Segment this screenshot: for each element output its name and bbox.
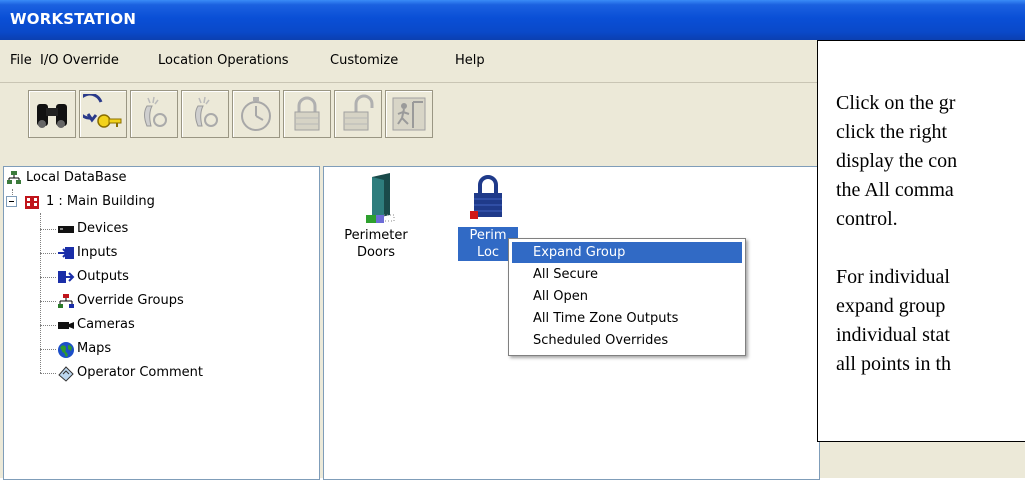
callout-line: the All comma — [836, 179, 954, 201]
context-item-label: All Time Zone Outputs — [533, 311, 679, 326]
tree-item-label: Override Groups — [77, 293, 184, 308]
collapse-icon[interactable] — [6, 196, 18, 208]
tree-item-label: Devices — [77, 221, 129, 236]
context-item-label: Expand Group — [533, 245, 626, 260]
alarm-button-2[interactable] — [181, 90, 229, 138]
tree-line — [40, 325, 56, 326]
group-label-line1: Perimeter — [344, 228, 408, 243]
tree-pane[interactable]: Local DataBase 1 : Main Building Devices… — [3, 166, 320, 480]
tree-line — [40, 349, 56, 350]
menu-file[interactable]: File — [10, 53, 32, 68]
instruction-callout: Click on the gr click the right display … — [817, 40, 1025, 442]
alarm-device-icon — [144, 96, 167, 127]
workstation-window: WORKSTATION File I/O Override Location O… — [0, 0, 1025, 480]
tree-item-label: Outputs — [77, 269, 129, 284]
context-item-expand-group[interactable]: Expand Group — [512, 242, 742, 263]
callout-line: all points in th — [836, 353, 951, 375]
tree-item-label: Cameras — [77, 317, 135, 332]
menu-customize[interactable]: Customize — [330, 53, 398, 68]
group-label-line2: Doors — [356, 245, 396, 260]
context-item-label: Scheduled Overrides — [533, 333, 669, 348]
context-item-all-time-zone-outputs[interactable]: All Time Zone Outputs — [512, 308, 742, 329]
padlock-icon — [470, 175, 502, 219]
output-arrow-icon — [58, 271, 75, 283]
unlock-button[interactable] — [334, 90, 382, 138]
camera-icon — [58, 322, 74, 329]
tree-line — [40, 253, 56, 254]
context-item-label: All Open — [533, 289, 588, 304]
group-perimeter-doors[interactable]: Perimeter Doors — [332, 167, 420, 261]
logout-button[interactable] — [79, 90, 127, 138]
window-title: WORKSTATION — [10, 10, 137, 28]
context-item-scheduled-overrides[interactable]: Scheduled Overrides — [512, 330, 742, 351]
tree-item-label: Inputs — [77, 245, 118, 260]
input-arrow-icon — [58, 247, 74, 259]
context-item-all-secure[interactable]: All Secure — [512, 264, 742, 285]
alarm-button-1[interactable] — [130, 90, 178, 138]
find-button[interactable] — [28, 90, 76, 138]
exit-icon — [392, 97, 426, 131]
lock-open-icon — [343, 94, 374, 131]
callout-line: individual stat — [836, 324, 950, 346]
building-icon — [25, 196, 39, 209]
callout-line: Click on the gr — [836, 92, 956, 114]
timer-icon — [241, 97, 271, 131]
menu-location-operations[interactable]: Location Operations — [158, 53, 289, 68]
device-icon — [58, 226, 74, 233]
globe-icon — [58, 342, 74, 358]
context-item-label: All Secure — [533, 267, 598, 282]
callout-line: For individual — [836, 266, 950, 288]
tree-line — [40, 301, 56, 302]
tree-building[interactable]: 1 : Main Building — [6, 193, 226, 211]
menu-io-override[interactable]: I/O Override — [40, 53, 119, 68]
lock-closed-icon — [294, 96, 320, 131]
menu-help[interactable]: Help — [455, 53, 485, 68]
network-icon — [7, 171, 21, 184]
tree-building-label: 1 : Main Building — [46, 194, 155, 209]
context-item-all-open[interactable]: All Open — [512, 286, 742, 307]
alarm-device-icon — [195, 96, 218, 127]
comment-icon — [58, 366, 74, 382]
tree-line — [40, 229, 56, 230]
key-icon — [83, 94, 122, 128]
title-bar[interactable]: WORKSTATION — [0, 0, 1025, 40]
callout-line: click the right — [836, 121, 948, 143]
timer-button[interactable] — [232, 90, 280, 138]
door-icon — [366, 173, 395, 223]
callout-line: expand group — [836, 295, 946, 317]
binoculars-icon — [37, 104, 67, 128]
context-menu: Expand Group All Secure All Open All Tim… — [508, 238, 746, 356]
callout-line: control. — [836, 208, 898, 230]
tree-root-label: Local DataBase — [26, 170, 127, 185]
exit-button[interactable] — [385, 90, 433, 138]
tree-item-label: Maps — [77, 341, 112, 356]
tree-item-label: Operator Comment — [77, 365, 204, 380]
tree-line — [40, 277, 56, 278]
group-icon — [58, 294, 74, 308]
callout-line: display the con — [836, 150, 958, 172]
tree-line — [40, 373, 56, 374]
lock-button[interactable] — [283, 90, 331, 138]
